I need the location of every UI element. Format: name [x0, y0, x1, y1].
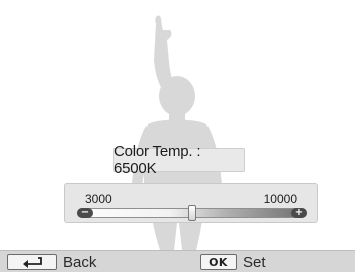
slider-min-label: 3000 [85, 192, 112, 206]
bottom-control-bar: Back OK Set [0, 250, 355, 272]
decrease-icon[interactable]: − [77, 208, 93, 218]
color-temp-slider-thumb[interactable] [188, 205, 196, 221]
back-key[interactable] [7, 254, 57, 270]
back-label: Back [63, 253, 97, 271]
color-temp-slider-track[interactable]: − + [77, 205, 307, 221]
set-hint[interactable]: OK Set [200, 253, 266, 271]
set-label: Set [243, 253, 266, 271]
camera-screen: Color Temp. : 6500K 3000 10000 − + Back … [0, 0, 355, 272]
color-temp-readout: Color Temp. : 6500K [113, 143, 245, 177]
slider-max-label: 10000 [263, 192, 297, 206]
back-hint[interactable]: Back [7, 253, 96, 271]
color-temp-slider-panel: 3000 10000 − + [64, 183, 318, 223]
increase-icon[interactable]: + [291, 208, 307, 218]
ok-key[interactable]: OK [200, 254, 237, 270]
return-arrow-icon [23, 257, 42, 268]
